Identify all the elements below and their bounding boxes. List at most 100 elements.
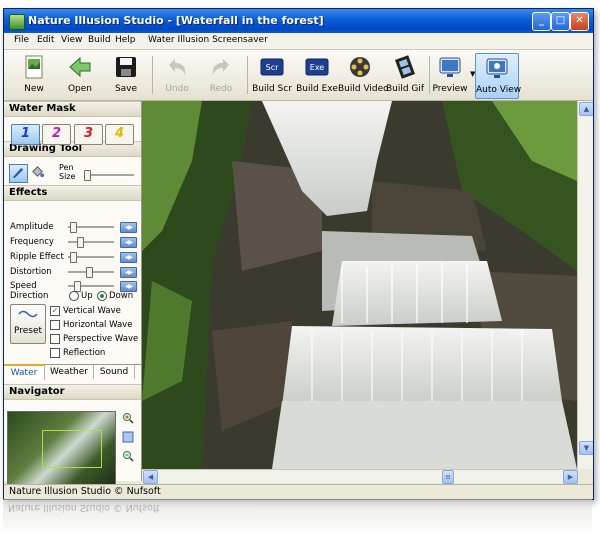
distortion-stepper[interactable]: ◀▶	[120, 267, 137, 278]
mask-2-button[interactable]: 2	[42, 124, 71, 145]
direction-label: Direction	[10, 291, 49, 301]
bucket-icon	[32, 166, 45, 178]
floppy-disk-icon	[116, 57, 136, 77]
preset-button[interactable]: Preset	[10, 304, 46, 344]
direction-up-label: Up	[81, 291, 93, 301]
ripple-effect-stepper[interactable]: ◀▶	[120, 252, 137, 263]
tab-water[interactable]: Water	[4, 364, 45, 380]
direction-down-radio[interactable]	[97, 291, 107, 301]
perspective-wave-checkbox[interactable]	[50, 334, 60, 344]
wave-icon	[18, 310, 38, 318]
build-video-button[interactable]: Build Video	[338, 53, 389, 97]
undo-button[interactable]: Undo	[156, 53, 198, 97]
mask-4-button[interactable]: 4	[105, 124, 134, 145]
title-bar[interactable]: Nature Illusion Studio - [Waterfall in t…	[4, 9, 593, 33]
tab-weather[interactable]: Weather	[45, 365, 94, 379]
horizontal-scrollbar[interactable]: ◀ ≡ ▶	[142, 469, 578, 484]
menu-water-illusion-screensaver[interactable]: Water Illusion Screensaver	[148, 35, 268, 45]
tab-sound[interactable]: Sound	[94, 365, 135, 379]
save-button[interactable]: Save	[104, 53, 148, 97]
ripple-effect-slider[interactable]	[68, 252, 114, 263]
fit-view-icon[interactable]	[122, 431, 134, 443]
speed-slider[interactable]	[68, 281, 114, 292]
monitor-icon	[439, 57, 461, 77]
direction-down-label: Down	[109, 291, 134, 301]
scroll-down-button[interactable]: ▼	[579, 441, 593, 455]
frequency-stepper[interactable]: ◀▶	[120, 237, 137, 248]
navigator-viewport-rect[interactable]	[42, 430, 102, 468]
frequency-label: Frequency	[10, 237, 54, 247]
panel-tabs: Water Weather Sound	[4, 364, 141, 380]
image-canvas[interactable]	[142, 101, 577, 469]
pen-size-label: Pen Size	[59, 163, 76, 181]
scroll-right-button[interactable]: ▶	[563, 470, 578, 484]
build-exe-button[interactable]: Exe Build Exe	[296, 53, 338, 97]
build-exe-icon: Exe	[305, 58, 329, 76]
zoom-out-icon[interactable]	[122, 450, 134, 462]
svg-text:Exe: Exe	[310, 63, 325, 72]
fill-tool-button[interactable]	[30, 164, 47, 181]
waterfall-image	[142, 101, 577, 469]
vertical-wave-label: Vertical Wave	[63, 306, 121, 316]
toolbar-separator	[247, 56, 248, 94]
reflection-label: Reflection	[63, 348, 106, 358]
brush-icon	[12, 167, 24, 179]
menu-edit[interactable]: Edit	[37, 35, 54, 45]
brush-tool-button[interactable]	[9, 164, 28, 183]
horizontal-wave-checkbox[interactable]	[50, 320, 60, 330]
svg-text:Scr: Scr	[266, 63, 279, 72]
perspective-wave-label: Perspective Wave	[63, 334, 139, 344]
redo-button[interactable]: Redo	[200, 53, 242, 97]
horizontal-scroll-thumb[interactable]: ≡	[442, 470, 454, 484]
toolbar: New Open Save Undo Redo Scr Build Scr Ex…	[4, 50, 593, 101]
mask-1-button[interactable]: 1	[11, 124, 40, 145]
status-text: Nature Illusion Studio © Nufsoft	[9, 486, 161, 497]
status-bar: Nature Illusion Studio © Nufsoft	[4, 484, 593, 499]
amplitude-slider[interactable]	[68, 222, 114, 233]
distortion-slider[interactable]	[68, 267, 114, 278]
app-window: Nature Illusion Studio - [Waterfall in t…	[3, 8, 594, 500]
amplitude-stepper[interactable]: ◀▶	[120, 222, 137, 233]
vertical-wave-checkbox[interactable]: ✓	[50, 306, 60, 316]
navigator-thumbnail[interactable]	[7, 411, 116, 486]
horizontal-wave-label: Horizontal Wave	[63, 320, 133, 330]
window-title: Nature Illusion Studio - [Waterfall in t…	[28, 14, 324, 27]
app-icon	[9, 14, 25, 30]
scroll-up-button[interactable]: ▲	[579, 102, 593, 116]
menu-help[interactable]: Help	[115, 35, 136, 45]
open-arrow-icon	[69, 56, 91, 78]
menu-file[interactable]: File	[14, 35, 29, 45]
menu-bar: File Edit View Build Help Water Illusion…	[4, 33, 593, 50]
pen-size-slider[interactable]	[84, 170, 134, 181]
toolbar-separator	[429, 56, 430, 94]
vertical-scrollbar[interactable]: ▲ ▼	[577, 101, 593, 469]
build-gif-button[interactable]: Build Gif	[384, 53, 426, 97]
toolbar-separator	[152, 56, 153, 94]
open-button[interactable]: Open	[58, 53, 102, 97]
auto-view-button[interactable]: Auto View	[475, 53, 521, 99]
new-button[interactable]: New	[12, 53, 56, 97]
mask-3-button[interactable]: 3	[74, 124, 103, 145]
build-scr-button[interactable]: Scr Build Scr	[251, 53, 293, 97]
zoom-in-icon[interactable]	[122, 412, 134, 424]
redo-icon	[212, 59, 229, 75]
auto-view-icon	[486, 58, 508, 78]
film-strip-icon	[395, 55, 415, 79]
effects-header: Effects	[4, 185, 141, 201]
new-document-icon	[25, 55, 43, 79]
menu-view[interactable]: View	[61, 35, 82, 45]
window-reflection: Nature Illusion Studio © Nufsoft	[3, 499, 592, 549]
frequency-slider[interactable]	[68, 237, 114, 248]
direction-up-radio[interactable]	[69, 291, 79, 301]
menu-build[interactable]: Build	[88, 35, 111, 45]
build-scr-icon: Scr	[260, 58, 284, 76]
distortion-label: Distortion	[10, 267, 52, 277]
maximize-button[interactable]: □	[551, 12, 570, 31]
speed-label: Speed	[10, 281, 37, 291]
close-button[interactable]: ✕	[570, 12, 589, 31]
reflection-checkbox[interactable]	[50, 348, 60, 358]
preview-button[interactable]: Preview	[431, 53, 469, 97]
ripple-effect-label: Ripple Effect	[10, 252, 64, 262]
scroll-left-button[interactable]: ◀	[143, 470, 158, 484]
minimize-button[interactable]: _	[532, 12, 551, 31]
